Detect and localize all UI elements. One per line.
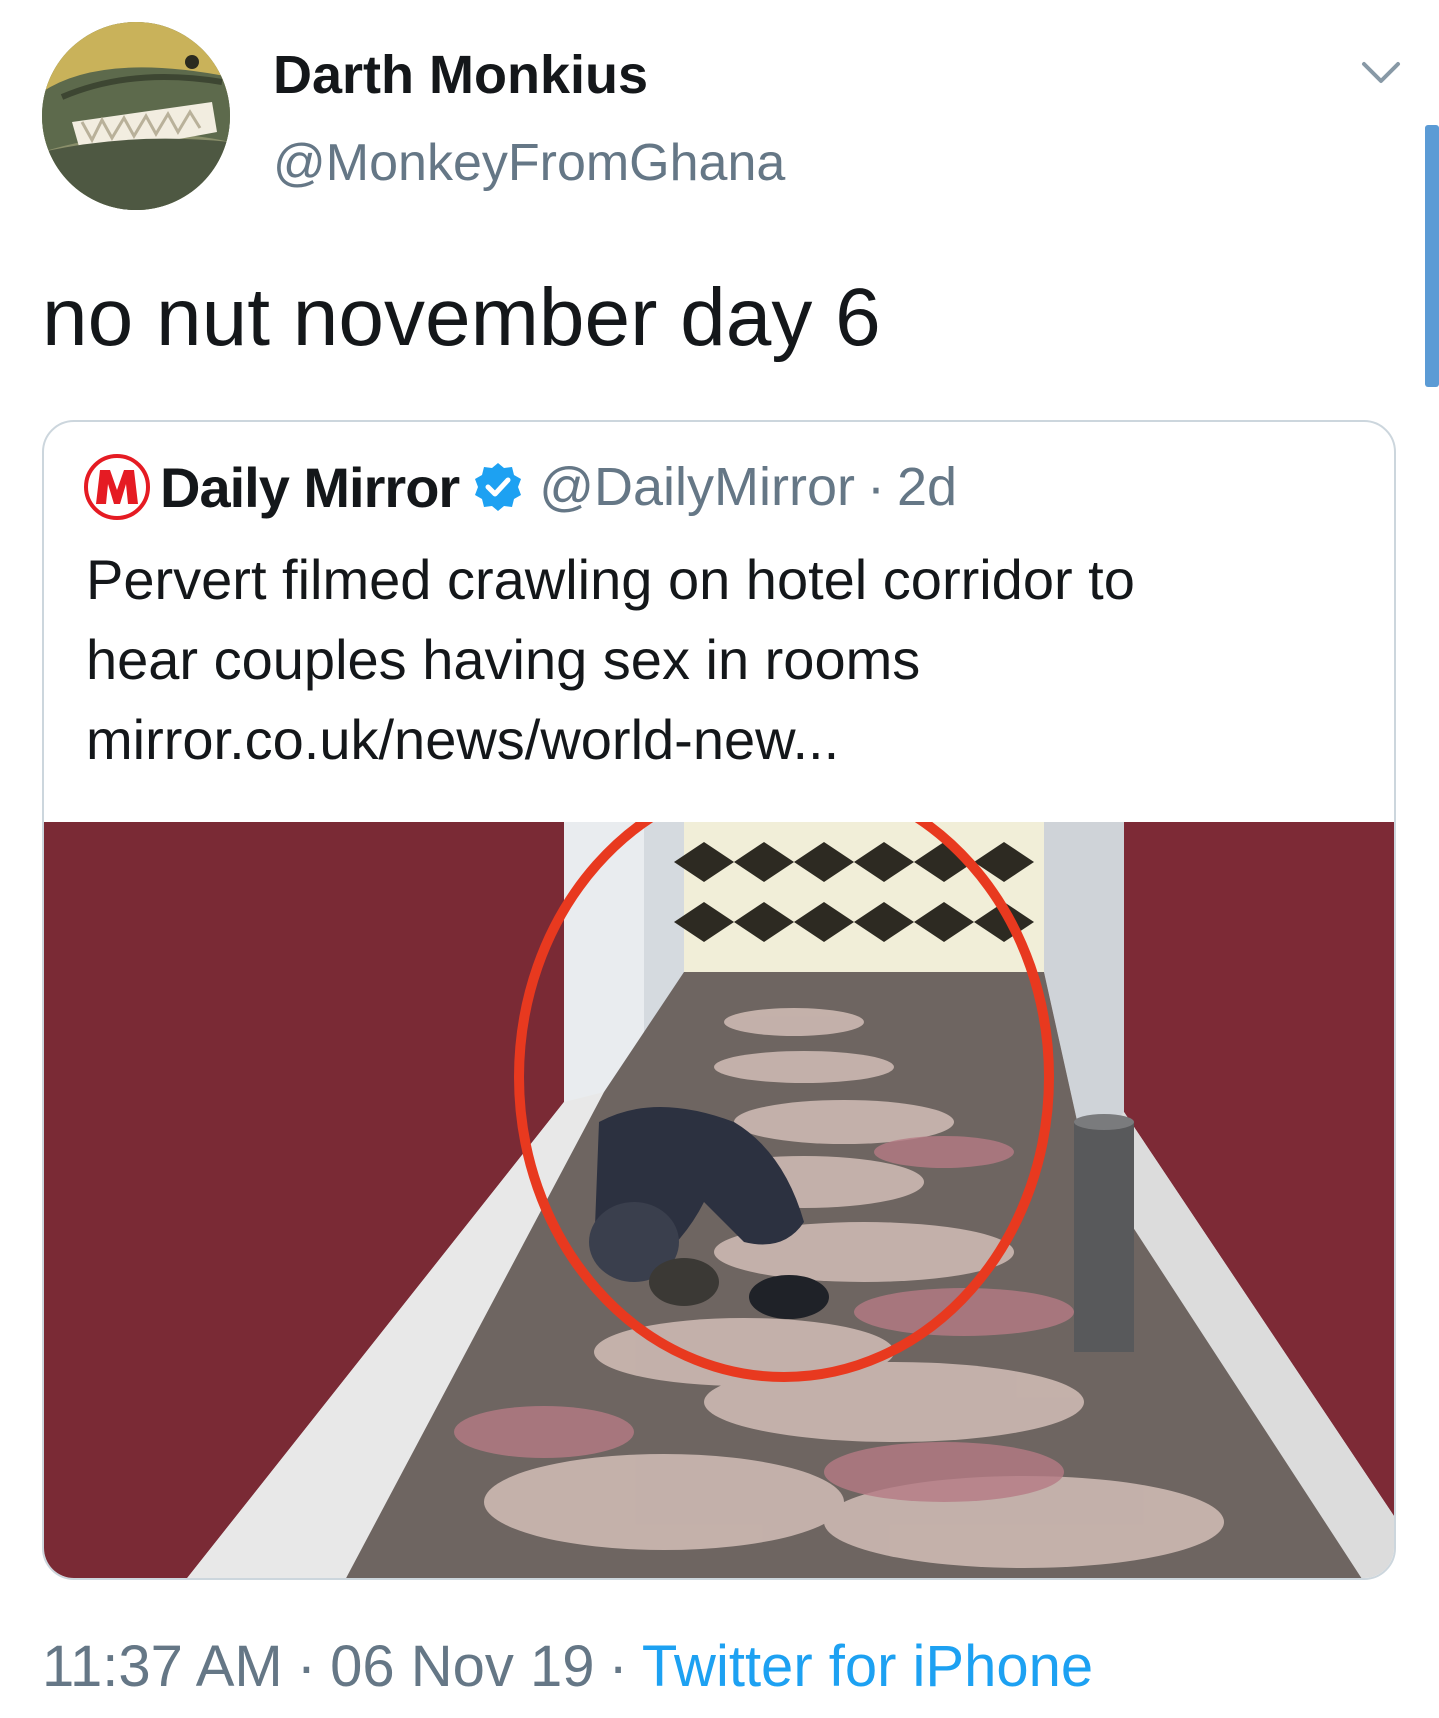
quoted-text-line-1: Pervert filmed crawling on hotel corrido… <box>86 548 1135 611</box>
chevron-down-icon <box>1362 62 1400 83</box>
tweet-footer: 11:37 AM · 06 Nov 19 · Twitter for iPhone <box>42 1632 1093 1702</box>
quoted-tweet-card[interactable]: Daily Mirror @DailyMirror · 2d Pervert f… <box>42 420 1396 1580</box>
author-avatar[interactable] <box>42 22 230 210</box>
scrollbar[interactable] <box>1425 125 1439 387</box>
corridor-photo-icon <box>44 822 1394 1578</box>
tweet-date[interactable]: 06 Nov 19 <box>330 1634 594 1699</box>
separator: · <box>608 1634 628 1699</box>
quoted-media-photo[interactable] <box>44 822 1394 1578</box>
tweet-text: no nut november day 6 <box>42 272 881 363</box>
quoted-tweet-header: Daily Mirror @DailyMirror · 2d <box>84 452 957 522</box>
daily-mirror-logo-icon <box>84 454 150 520</box>
quoted-author-handle[interactable]: @DailyMirror <box>539 456 855 518</box>
separator: · <box>296 1634 317 1699</box>
quoted-link[interactable]: mirror.co.uk/news/world-new... <box>86 700 839 780</box>
quoted-author-name[interactable]: Daily Mirror <box>160 455 460 520</box>
quoted-text-line-2: hear couples having sex in rooms <box>86 628 921 691</box>
author-name[interactable]: Darth Monkius <box>273 40 648 110</box>
verified-badge-icon <box>475 463 522 511</box>
author-handle[interactable]: @MonkeyFromGhana <box>273 128 785 198</box>
tweet-time[interactable]: 11:37 AM <box>42 1634 283 1699</box>
tweet-source-link[interactable]: Twitter for iPhone <box>642 1634 1093 1699</box>
crocodile-avatar-icon <box>42 22 230 210</box>
tweet-menu-button[interactable] <box>1358 50 1404 96</box>
quoted-timestamp[interactable]: 2d <box>897 456 957 518</box>
separator: · <box>867 457 885 517</box>
